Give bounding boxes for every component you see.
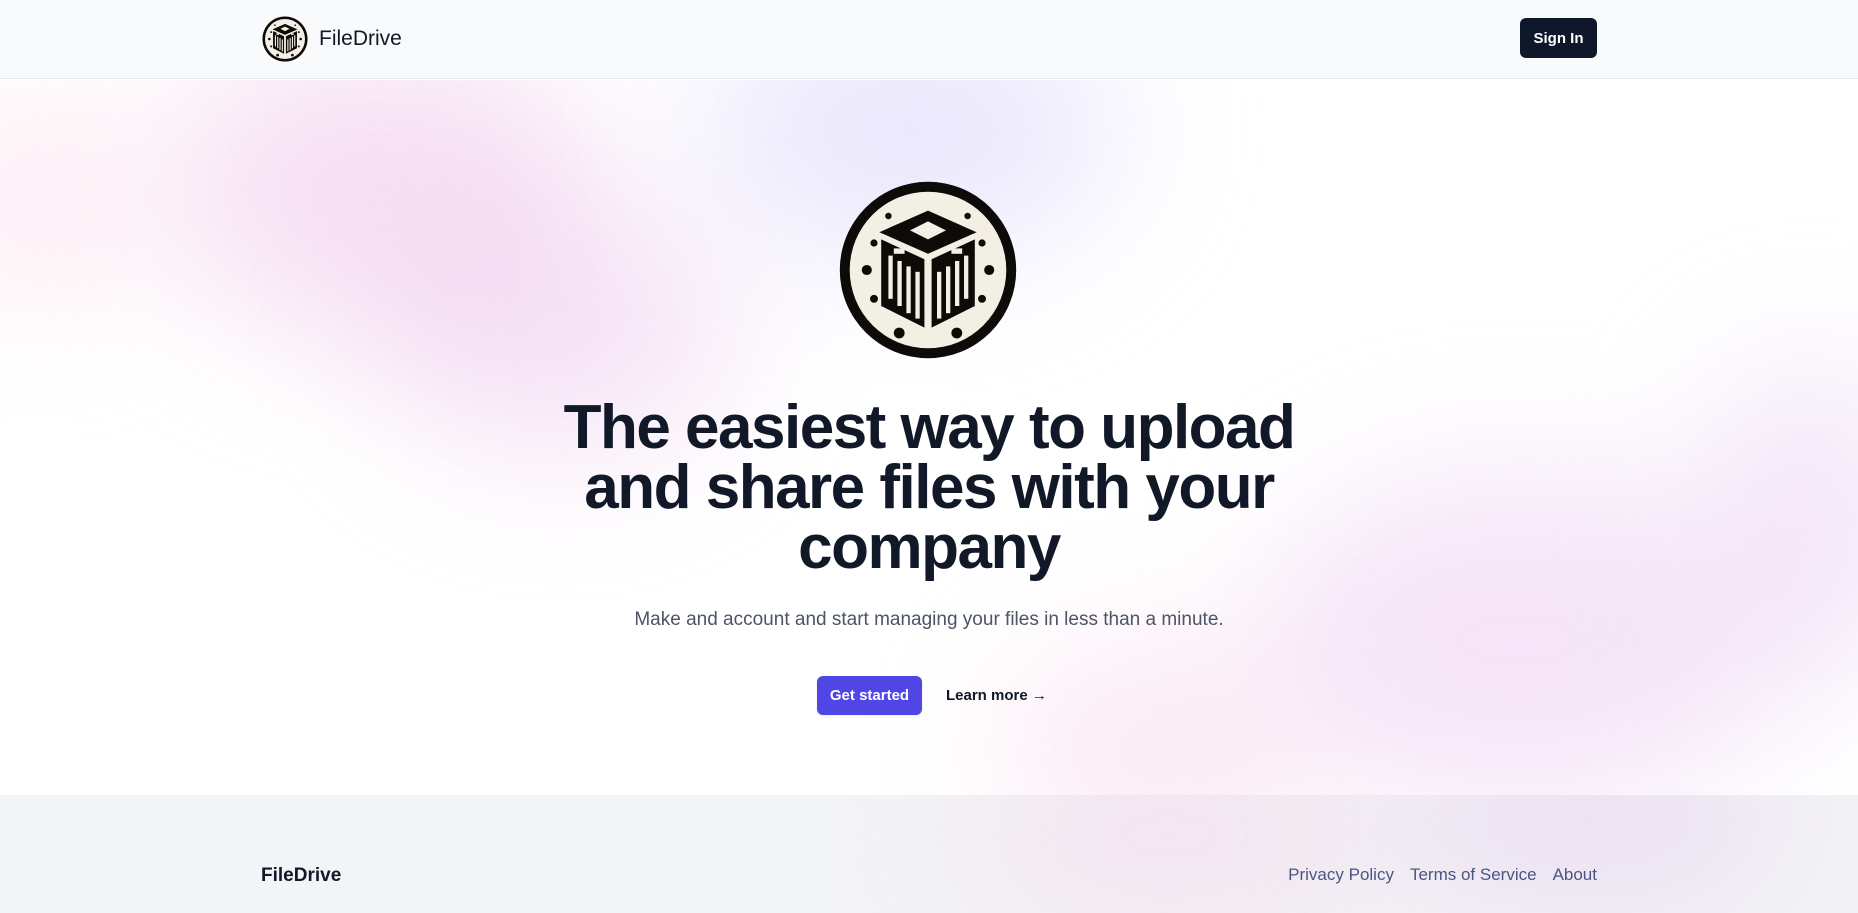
footer-links: Privacy Policy Terms of Service About [1288,865,1597,885]
privacy-policy-link[interactable]: Privacy Policy [1288,865,1394,885]
circuit-box-logo-icon [838,180,1018,360]
footer-brand-name: FileDrive [261,865,342,886]
get-started-button[interactable]: Get started [817,676,922,715]
top-navigation-bar: FileDrive Sign In [0,0,1858,79]
footer: FileDrive Privacy Policy Terms of Servic… [0,795,1858,913]
terms-of-service-link[interactable]: Terms of Service [1410,865,1537,885]
brand-name: FileDrive [319,27,402,50]
about-link[interactable]: About [1553,865,1597,885]
hero-subtitle: Make and account and start managing your… [634,609,1224,630]
hero-headline: The easiest way to upload and share file… [563,393,1296,582]
brand[interactable]: FileDrive [262,16,402,62]
background-gradient-blob [0,100,140,300]
learn-more-link[interactable]: Learn more → [946,686,1047,706]
hero-section: The easiest way to upload and share file… [0,80,1858,795]
circuit-box-logo-icon [262,16,308,62]
sign-in-button[interactable]: Sign In [1520,18,1597,58]
background-gradient-blob [960,795,1380,913]
background-gradient-blob [1380,795,1800,913]
